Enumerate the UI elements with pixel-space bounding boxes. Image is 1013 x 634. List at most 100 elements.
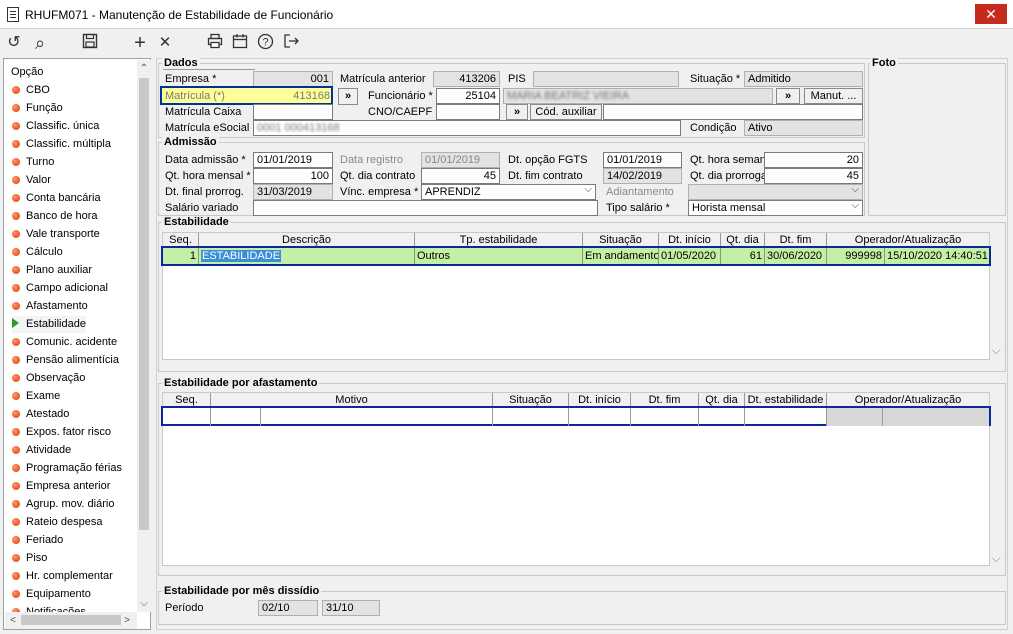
sidebar-item-estabilidade[interactable]: Estabilidade — [12, 316, 86, 333]
sidebar-item-empresa-anterior[interactable]: Empresa anterior — [12, 478, 110, 495]
table-row[interactable]: 1 ESTABILIDADE Outros Em andamento 01/05… — [161, 246, 991, 266]
funcionario-nav-button[interactable]: » — [776, 88, 800, 104]
salario-variado-field[interactable] — [253, 200, 598, 216]
periodo-fim-field[interactable]: 31/10 — [322, 600, 380, 616]
sidebar-item-comunic-acidente[interactable]: Comunic. acidente — [12, 334, 117, 351]
sidebar-item-classific-multipla[interactable]: Classific. múltipla — [12, 136, 111, 153]
vinc-empresa-select[interactable]: APRENDIZ — [421, 184, 596, 200]
scroll-up-icon[interactable]: ⌃ — [136, 60, 152, 77]
sidebar-item-expos-fator-risco[interactable]: Expos. fator risco — [12, 424, 111, 441]
sidebar-item-hr-complementar[interactable]: Hr. complementar — [12, 568, 113, 585]
sidebar-item-agrup-mov-diario[interactable]: Agrup. mov. diário — [12, 496, 114, 513]
print-icon[interactable] — [205, 33, 225, 53]
condicao-field[interactable]: Ativo — [744, 120, 863, 136]
empresa-field[interactable]: 001 — [253, 71, 333, 87]
funcionario-name-field[interactable]: MARIA BEATRIZ VIEIRA — [503, 88, 773, 104]
matricula-field[interactable]: 413168 — [270, 90, 330, 102]
help-icon[interactable]: ? — [255, 33, 275, 53]
sidebar-item-afastamento[interactable]: Afastamento — [12, 298, 88, 315]
situacao-field[interactable]: Admitido — [744, 71, 863, 87]
sidebar-item-plano-auxiliar[interactable]: Plano auxiliar — [12, 262, 92, 279]
sidebar-item-funcao[interactable]: Função — [12, 100, 63, 117]
matricula-anterior-label: Matrícula anterior — [340, 73, 426, 85]
qt-dia-prorrogado-field[interactable]: 45 — [764, 168, 863, 184]
sidebar-item-conta-bancaria[interactable]: Conta bancária — [12, 190, 101, 207]
row-cod-motivo[interactable] — [211, 408, 261, 426]
dt-fim-contrato-field[interactable]: 14/02/2019 — [603, 168, 682, 184]
row-situacao: Em andamento — [585, 248, 659, 264]
periodo-inicio-field[interactable]: 02/10 — [258, 600, 318, 616]
sidebar-item-equipamento[interactable]: Equipamento — [12, 586, 91, 603]
dt-fim-contrato-label: Dt. fim contrato — [508, 170, 583, 182]
dt-final-prorrog-field[interactable]: 31/03/2019 — [253, 184, 333, 200]
sidebar-item-rateio-despesa[interactable]: Rateio despesa — [12, 514, 102, 531]
estabilidade-title: Estabilidade — [162, 216, 231, 228]
save-icon[interactable] — [80, 33, 100, 53]
manut-button[interactable]: Manut. ... — [804, 88, 863, 104]
cod-auxiliar-button[interactable]: Cód. auxiliar — [530, 104, 602, 120]
add-icon[interactable]: + — [130, 33, 150, 53]
bullet-icon — [12, 104, 20, 112]
sidebar-item-label: Plano auxiliar — [26, 264, 93, 276]
sidebar-item-cbo[interactable]: CBO — [12, 82, 50, 99]
app-icon — [7, 7, 19, 22]
scroll-right-icon[interactable]: > — [119, 612, 135, 629]
sidebar-item-atividade[interactable]: Atividade — [12, 442, 71, 459]
row-inicio[interactable] — [569, 408, 631, 426]
tipo-salario-select[interactable]: Horista mensal — [688, 200, 863, 216]
adiantamento-select[interactable] — [688, 184, 863, 200]
funcionario-code-field[interactable]: 25104 — [436, 88, 500, 104]
matricula-esocial-field[interactable]: 0001 000413168 — [253, 120, 681, 136]
exit-icon[interactable] — [281, 33, 301, 53]
table-row[interactable] — [161, 406, 991, 426]
scroll-down-icon[interactable]: ⌵ — [992, 553, 1000, 566]
sidebar-item-vale-transporte[interactable]: Vale transporte — [12, 226, 100, 243]
undo-icon[interactable]: ↺ — [4, 33, 24, 53]
row-descricao[interactable]: ESTABILIDADE — [199, 248, 415, 264]
sidebar-item-calculo[interactable]: Cálculo — [12, 244, 63, 261]
row-fim[interactable] — [631, 408, 699, 426]
foto-title: Foto — [870, 57, 898, 69]
row-operador — [827, 408, 883, 426]
row-motivo[interactable] — [261, 408, 493, 426]
sidebar-item-atestado[interactable]: Atestado — [12, 406, 69, 423]
sidebar-item-programacao-ferias[interactable]: Programação férias — [12, 460, 122, 477]
sidebar-item-classific-unica[interactable]: Classific. única — [12, 118, 99, 135]
search-icon[interactable]: ⌕ — [30, 33, 50, 53]
dt-opcao-fgts-field[interactable]: 01/01/2019 — [603, 152, 682, 168]
calendar-icon[interactable] — [230, 33, 250, 53]
matricula-nav-button[interactable]: » — [338, 88, 358, 105]
scroll-down-icon[interactable]: ⌵ — [136, 595, 152, 612]
qt-hora-mensal-field[interactable]: 100 — [253, 168, 333, 184]
qt-hora-semanal-field[interactable]: 20 — [764, 152, 863, 168]
row-seq[interactable] — [163, 408, 211, 426]
sidebar-item-valor[interactable]: Valor — [12, 172, 51, 189]
qt-dia-contrato-field[interactable]: 45 — [421, 168, 500, 184]
sidebar-item-piso[interactable]: Piso — [12, 550, 47, 567]
matricula-caixa-field[interactable] — [253, 104, 333, 120]
cod-auxiliar-field[interactable] — [603, 104, 863, 120]
row-dt-estabilidade[interactable] — [745, 408, 827, 426]
sidebar-item-banco-de-hora[interactable]: Banco de hora — [12, 208, 98, 225]
data-admissao-field[interactable]: 01/01/2019 — [253, 152, 333, 168]
pis-field[interactable] — [533, 71, 679, 87]
sidebar-item-exame[interactable]: Exame — [12, 388, 60, 405]
sidebar-item-turno[interactable]: Turno — [12, 154, 54, 171]
sidebar-scroll-thumb[interactable] — [139, 78, 149, 530]
bullet-icon — [12, 212, 20, 220]
row-qt-dia[interactable] — [699, 408, 745, 426]
scroll-left-icon[interactable]: < — [5, 612, 21, 629]
scroll-down-icon[interactable]: ⌵ — [992, 345, 1000, 358]
sidebar-item-observacao[interactable]: Observação — [12, 370, 85, 387]
remove-icon[interactable]: ✕ — [155, 33, 175, 53]
cno-caepf-field[interactable] — [436, 104, 500, 120]
close-button[interactable]: ✕ — [975, 4, 1007, 24]
sidebar-item-campo-adicional[interactable]: Campo adicional — [12, 280, 108, 297]
matricula-anterior-field[interactable]: 413206 — [433, 71, 500, 87]
sidebar-hscroll-thumb[interactable] — [21, 615, 121, 625]
cno-nav-button[interactable]: » — [506, 104, 528, 120]
sidebar-item-pensao-alimenticia[interactable]: Pensão alimentícia — [12, 352, 119, 369]
data-registro-field[interactable]: 01/01/2019 — [421, 152, 500, 168]
row-situacao[interactable] — [493, 408, 569, 426]
sidebar-item-feriado[interactable]: Feriado — [12, 532, 63, 549]
